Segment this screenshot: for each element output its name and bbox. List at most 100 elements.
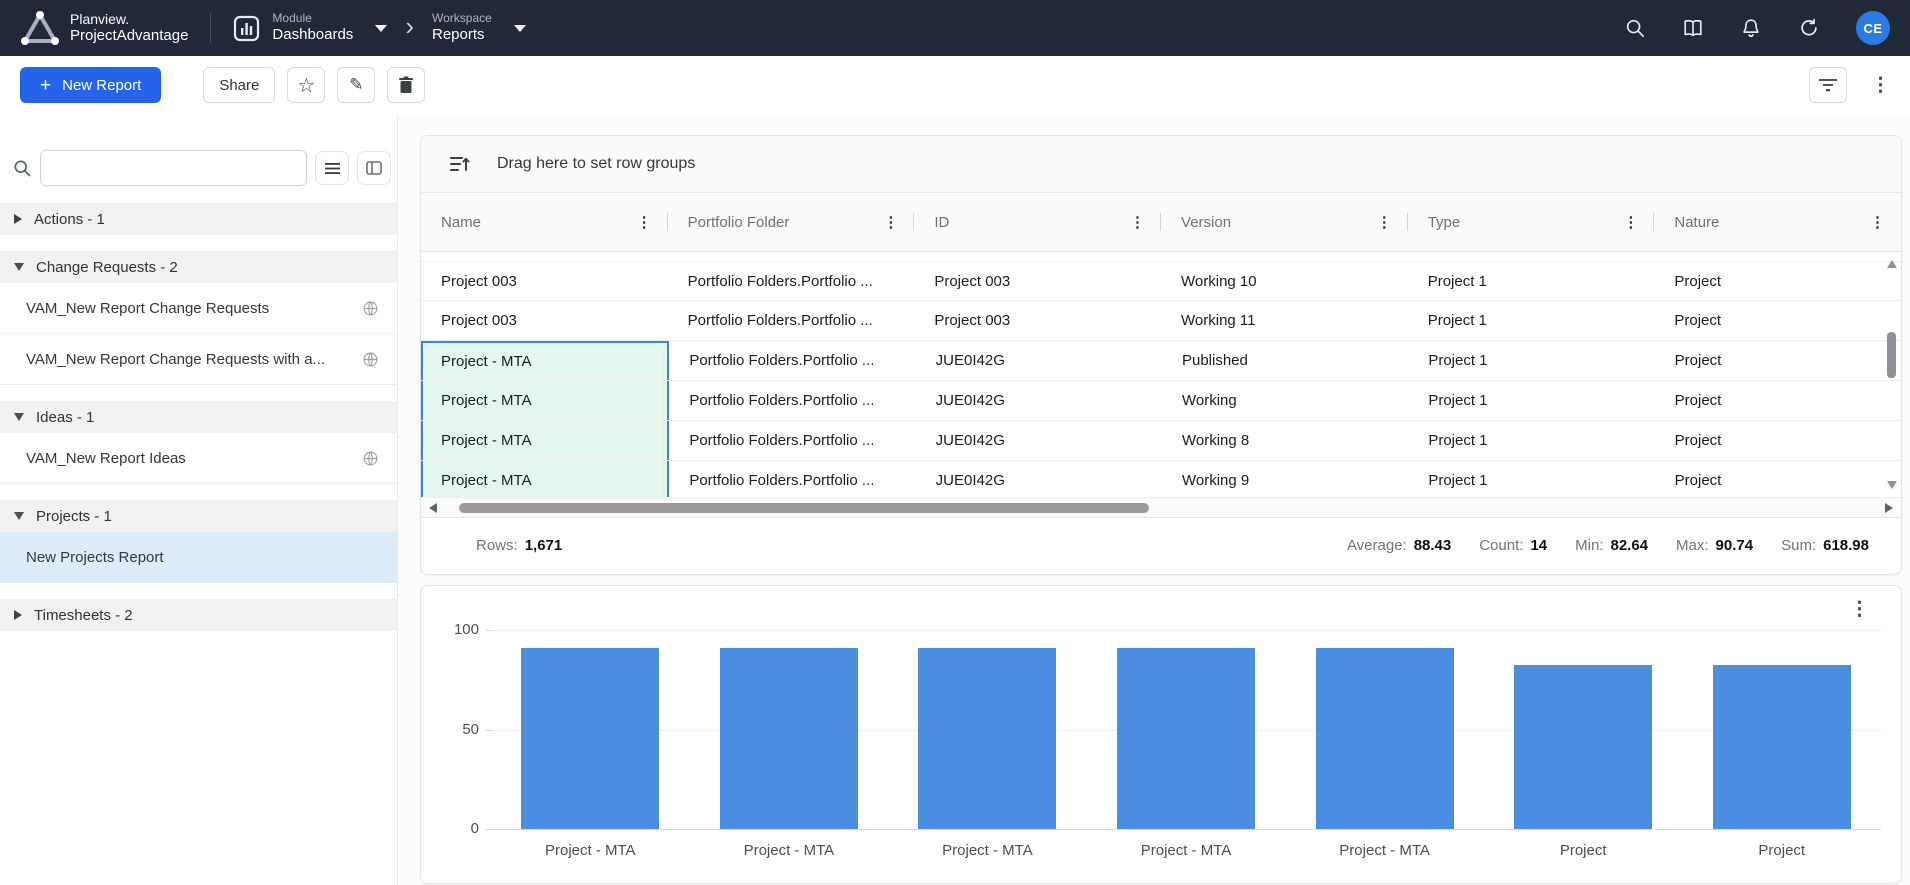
scroll-left-icon[interactable]: [429, 503, 437, 513]
column-header-type[interactable]: Type⋮: [1408, 193, 1655, 251]
vertical-scroll-thumb[interactable]: [1887, 332, 1896, 378]
edit-button[interactable]: ✎: [337, 67, 375, 103]
table-cell[interactable]: Project: [1655, 461, 1901, 497]
filter-button[interactable]: [1809, 67, 1847, 103]
refresh-icon[interactable]: [1798, 17, 1820, 39]
table-cell[interactable]: Portfolio Folders.Portfolio ...: [669, 461, 915, 497]
table-cell[interactable]: JUE0I42G: [916, 341, 1162, 380]
sidebar-report-item[interactable]: VAM_New Report Ideas: [0, 433, 397, 484]
table-cell[interactable]: Working 11: [1161, 301, 1408, 340]
column-menu-kebab-icon[interactable]: ⋮: [1623, 213, 1638, 231]
column-header-name[interactable]: Name⋮: [421, 193, 668, 251]
table-cell[interactable]: Project 1: [1408, 341, 1654, 380]
table-cell[interactable]: Project - MTA: [421, 341, 669, 380]
table-cell[interactable]: Project: [1655, 381, 1901, 420]
sidebar-report-label: VAM_New Report Ideas: [26, 450, 352, 467]
table-cell[interactable]: Project - MTA: [421, 381, 669, 420]
column-menu-kebab-icon[interactable]: ⋮: [1130, 213, 1145, 231]
table-cell[interactable]: Project 003: [914, 262, 1161, 300]
report-grid-panel: Drag here to set row groups Name⋮Portfol…: [420, 135, 1902, 575]
table-cell[interactable]: Working 10: [1161, 262, 1408, 300]
sidebar-report-item[interactable]: New Projects Report: [0, 532, 397, 583]
x-axis-category-label: Project: [1560, 842, 1607, 859]
table-cell[interactable]: Project: [1654, 262, 1901, 300]
row-groups-icon: [449, 154, 471, 174]
table-cell[interactable]: Project 003: [421, 301, 668, 340]
table-cell[interactable]: Portfolio Folders.Portfolio ...: [668, 262, 915, 300]
sidebar-section: Projects - 1New Projects Report: [0, 500, 397, 583]
rows-label: Rows:: [476, 537, 518, 554]
chart-kebab-menu-icon[interactable]: ⋮: [1850, 600, 1869, 619]
brand-logo[interactable]: Planview. ProjectAdvantage: [20, 10, 188, 46]
sidebar-section-header[interactable]: Actions - 1: [0, 203, 397, 235]
column-menu-kebab-icon[interactable]: ⋮: [1870, 213, 1885, 231]
chart-bar-slot: Project - MTA: [690, 630, 889, 829]
sidebar-section-header[interactable]: Timesheets - 2: [0, 599, 397, 631]
sidebar-section-header[interactable]: Projects - 1: [0, 500, 397, 532]
table-cell[interactable]: Working 9: [1162, 461, 1408, 497]
table-cell[interactable]: Working 8: [1162, 421, 1408, 460]
table-cell[interactable]: Working: [1162, 381, 1408, 420]
search-icon[interactable]: [1624, 17, 1646, 39]
sidebar-report-item[interactable]: VAM_New Report Change Requests: [0, 283, 397, 334]
collapse-panel-button[interactable]: [357, 151, 391, 185]
table-cell[interactable]: Project: [1654, 301, 1901, 340]
table-cell[interactable]: Portfolio Folders.Portfolio ...: [669, 421, 915, 460]
sidebar-section-header[interactable]: Ideas - 1: [0, 401, 397, 433]
table-cell[interactable]: Project 1: [1408, 262, 1655, 300]
vertical-scrollbar[interactable]: [1885, 254, 1898, 495]
x-axis-category-label: Project - MTA: [744, 842, 835, 859]
table-cell[interactable]: Project: [1655, 341, 1901, 380]
delete-button[interactable]: [387, 67, 425, 103]
user-avatar[interactable]: CE: [1856, 11, 1890, 45]
row-group-dropzone[interactable]: Drag here to set row groups: [421, 136, 1901, 193]
horizontal-scrollbar[interactable]: [421, 497, 1901, 517]
y-axis-tick-label: 100: [421, 621, 479, 638]
table-cell[interactable]: Project - MTA: [421, 421, 669, 460]
horizontal-scroll-thumb[interactable]: [459, 503, 1149, 513]
column-menu-kebab-icon[interactable]: ⋮: [637, 213, 652, 231]
column-menu-kebab-icon[interactable]: ⋮: [1377, 213, 1392, 231]
share-button[interactable]: Share: [203, 67, 275, 103]
table-cell[interactable]: Project 1: [1408, 301, 1655, 340]
table-cell[interactable]: Portfolio Folders.Portfolio ...: [669, 341, 915, 380]
column-header-version[interactable]: Version⋮: [1161, 193, 1408, 251]
library-book-icon[interactable]: [1682, 17, 1704, 39]
table-cell[interactable]: Project 003: [914, 301, 1161, 340]
table-cell[interactable]: Portfolio Folders.Portfolio ...: [668, 301, 915, 340]
column-header-id[interactable]: ID⋮: [914, 193, 1161, 251]
table-cell[interactable]: Project: [1655, 421, 1901, 460]
sidebar-search-input[interactable]: [40, 150, 307, 186]
table-cell[interactable]: Portfolio Folders.Portfolio ...: [669, 381, 915, 420]
column-header-nature[interactable]: Nature⋮: [1654, 193, 1901, 251]
table-row: Project - MTAPortfolio Folders.Portfolio…: [421, 421, 1901, 461]
favorite-star-button[interactable]: ☆: [287, 67, 325, 103]
table-cell[interactable]: Project - MTA: [421, 461, 669, 497]
table-cell[interactable]: Project 003: [421, 262, 668, 300]
new-report-button[interactable]: + New Report: [20, 67, 161, 103]
toolbar-kebab-menu-icon[interactable]: ⋮: [1871, 76, 1890, 95]
bar-chart: 050100Project - MTAProject - MTAProject …: [421, 586, 1901, 883]
scroll-up-icon[interactable]: [1887, 260, 1897, 268]
sidebar-report-item[interactable]: VAM_New Report Change Requests with a...: [0, 334, 397, 385]
column-header-portfolio-folder[interactable]: Portfolio Folder⋮: [668, 193, 915, 251]
table-cell[interactable]: JUE0I42G: [916, 421, 1162, 460]
table-cell[interactable]: JUE0I42G: [916, 461, 1162, 497]
chart-bar-slot: Project - MTA: [888, 630, 1087, 829]
table-cell[interactable]: JUE0I42G: [916, 381, 1162, 420]
column-menu-kebab-icon[interactable]: ⋮: [883, 213, 898, 231]
scroll-down-icon[interactable]: [1887, 481, 1897, 489]
scroll-right-icon[interactable]: [1885, 503, 1893, 513]
table-cell[interactable]: Project 1: [1408, 421, 1654, 460]
table-cell[interactable]: Project 1: [1408, 381, 1654, 420]
module-selector[interactable]: Module Dashboards: [233, 11, 387, 45]
list-options-button[interactable]: [315, 151, 349, 185]
workspace-selector[interactable]: Workspace Reports: [432, 11, 526, 45]
aggregate-label: Count:: [1479, 537, 1523, 554]
table-cell[interactable]: Project 1: [1408, 461, 1654, 497]
notifications-bell-icon[interactable]: [1740, 17, 1762, 39]
module-value: Dashboards: [272, 26, 353, 45]
table-cell[interactable]: Published: [1162, 341, 1408, 380]
aggregate-label: Max:: [1676, 537, 1709, 554]
sidebar-section-header[interactable]: Change Requests - 2: [0, 251, 397, 283]
